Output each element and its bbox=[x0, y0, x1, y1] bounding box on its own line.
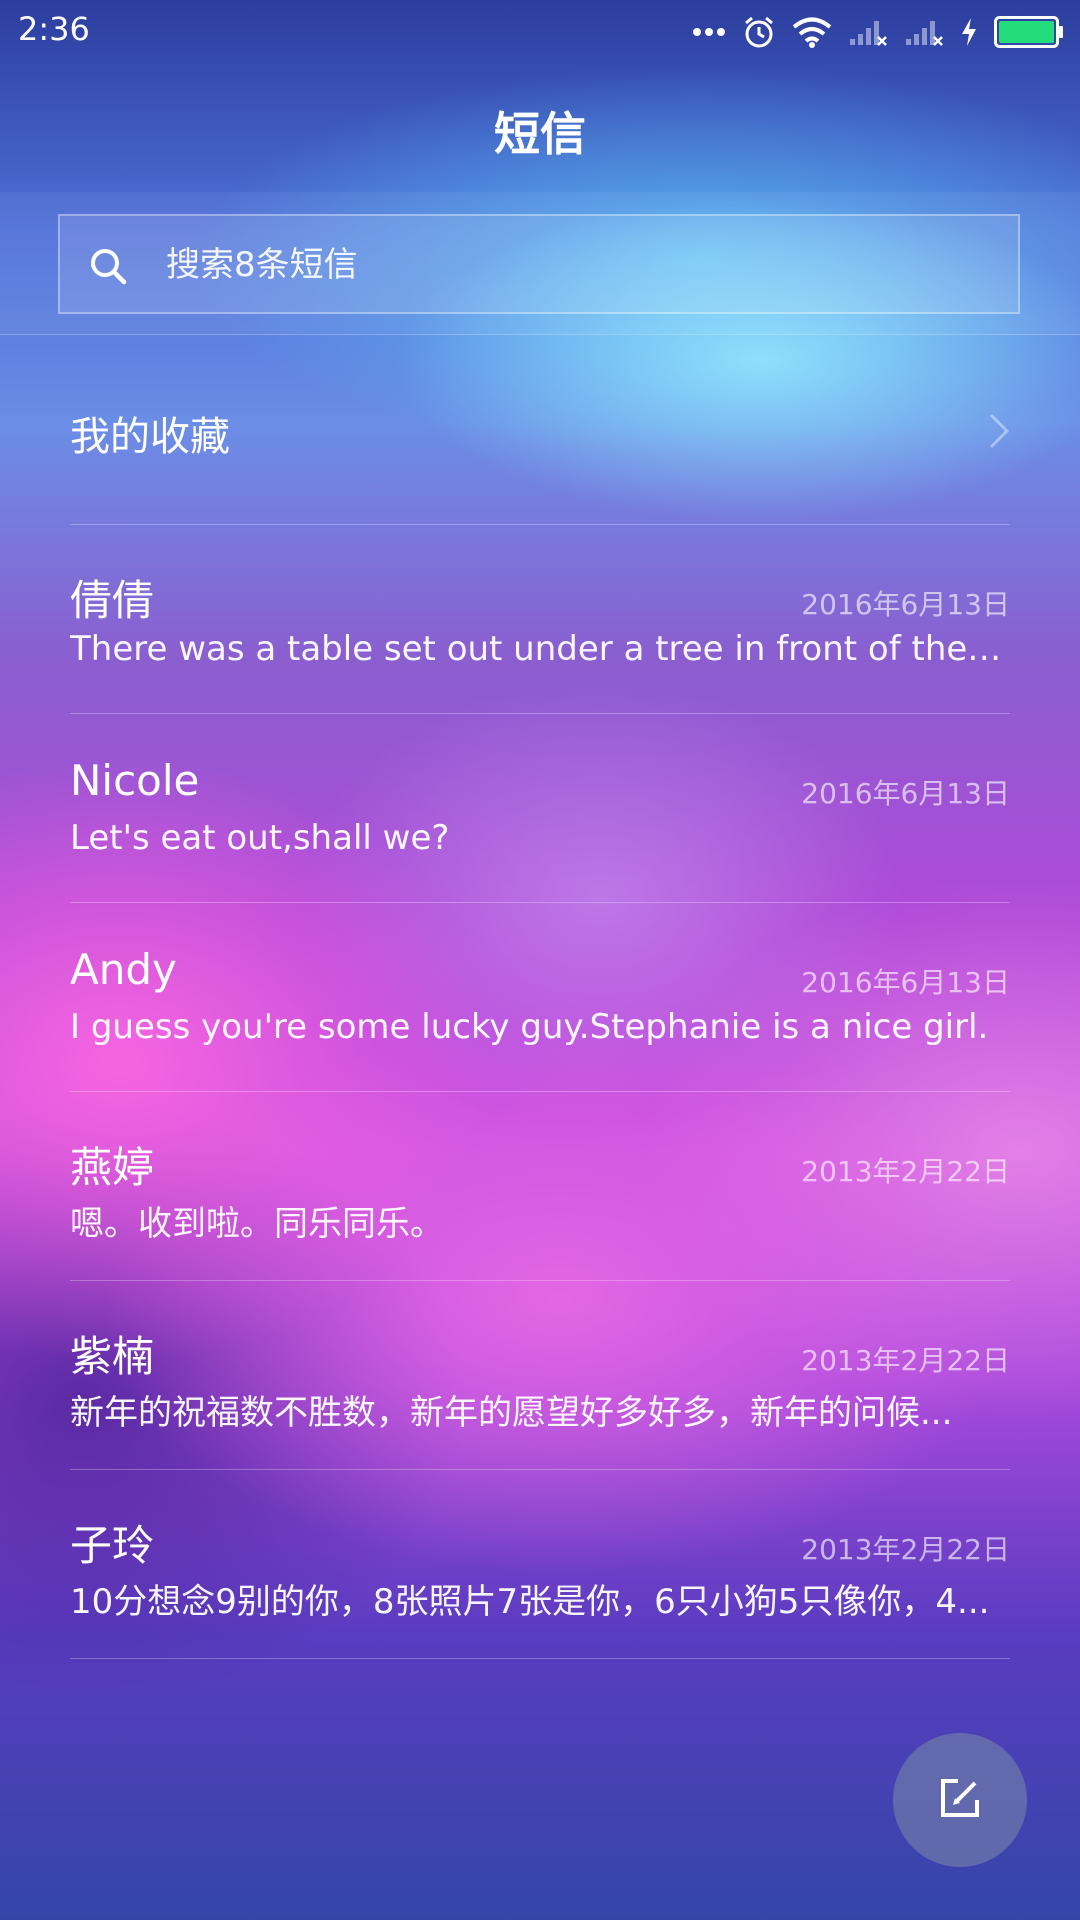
message-preview: There was a table set out under a tree i… bbox=[70, 629, 1010, 669]
wifi-icon bbox=[792, 16, 832, 48]
message-list: 倩倩 2016年6月13日 There was a table set out … bbox=[70, 525, 1010, 1659]
message-preview: 新年的祝福数不胜数，新年的愿望好多好多，新年的问候... bbox=[70, 1393, 953, 1433]
message-thread-row[interactable]: Nicole 2016年6月13日 Let's eat out,shall we… bbox=[70, 714, 1010, 903]
signal-2-icon bbox=[904, 17, 944, 47]
status-icons bbox=[692, 12, 1064, 52]
charging-icon bbox=[960, 17, 978, 47]
search-icon bbox=[88, 246, 128, 290]
page-title: 短信 bbox=[494, 107, 586, 161]
contact-name: Nicole bbox=[70, 756, 200, 805]
message-thread-row[interactable]: 子玲 2013年2月22日 10分想念9别的你，8张照片7张是你，6只小狗5只像… bbox=[70, 1470, 1010, 1659]
search-box[interactable] bbox=[58, 214, 1020, 314]
message-date: 2013年2月22日 bbox=[801, 1533, 1010, 1566]
message-date: 2013年2月22日 bbox=[801, 1155, 1010, 1188]
message-preview: I guess you're some lucky guy.Stephanie … bbox=[70, 1007, 989, 1047]
message-preview: 10分想念9别的你，8张照片7张是你，6只小狗5只像你，4... bbox=[70, 1582, 990, 1622]
compose-icon bbox=[938, 1776, 982, 1824]
message-thread-row[interactable]: Andy 2016年6月13日 I guess you're some luck… bbox=[70, 903, 1010, 1092]
contact-name: 燕婷 bbox=[70, 1143, 155, 1192]
contact-name: Andy bbox=[70, 945, 177, 994]
message-preview: 嗯。收到啦。同乐同乐。 bbox=[70, 1204, 444, 1244]
compose-button[interactable] bbox=[893, 1733, 1027, 1867]
message-thread-row[interactable]: 倩倩 2016年6月13日 There was a table set out … bbox=[70, 525, 1010, 714]
message-date: 2013年2月22日 bbox=[801, 1344, 1010, 1377]
search-bar bbox=[0, 192, 1080, 335]
messages-screen: 2:36 短信 搜索8条短信 我的收藏 倩倩 2016年6月13日 There … bbox=[0, 0, 1080, 1920]
message-date: 2016年6月13日 bbox=[801, 966, 1010, 999]
contact-name: 子玲 bbox=[70, 1521, 155, 1570]
status-bar: 2:36 bbox=[0, 0, 1080, 62]
chevron-right-icon bbox=[988, 412, 1010, 454]
contact-name: 紫楠 bbox=[70, 1332, 155, 1381]
message-date: 2016年6月13日 bbox=[801, 777, 1010, 810]
signal-1-icon bbox=[848, 17, 888, 47]
alarm-icon bbox=[742, 15, 776, 49]
message-date: 2016年6月13日 bbox=[801, 588, 1010, 621]
status-time: 2:36 bbox=[18, 10, 90, 48]
favorites-row[interactable]: 我的收藏 bbox=[70, 334, 1010, 525]
contact-name: 倩倩 bbox=[70, 576, 155, 625]
more-dots-icon bbox=[692, 26, 726, 38]
app-header: 短信 bbox=[0, 62, 1080, 192]
message-thread-row[interactable]: 燕婷 2013年2月22日 嗯。收到啦。同乐同乐。 bbox=[70, 1092, 1010, 1281]
battery-icon bbox=[994, 16, 1064, 48]
message-preview: Let's eat out,shall we? bbox=[70, 818, 450, 858]
message-thread-row[interactable]: 紫楠 2013年2月22日 新年的祝福数不胜数，新年的愿望好多好多，新年的问候.… bbox=[70, 1281, 1010, 1470]
search-input[interactable] bbox=[164, 216, 988, 314]
favorites-label: 我的收藏 bbox=[70, 414, 230, 460]
